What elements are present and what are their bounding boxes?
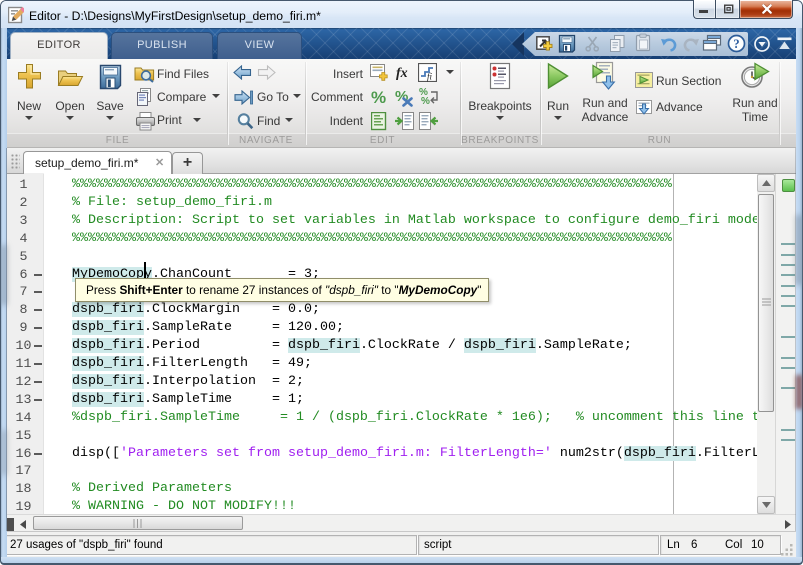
svg-text:?: ? [733, 37, 739, 51]
svg-text:fi: fi [427, 72, 433, 82]
